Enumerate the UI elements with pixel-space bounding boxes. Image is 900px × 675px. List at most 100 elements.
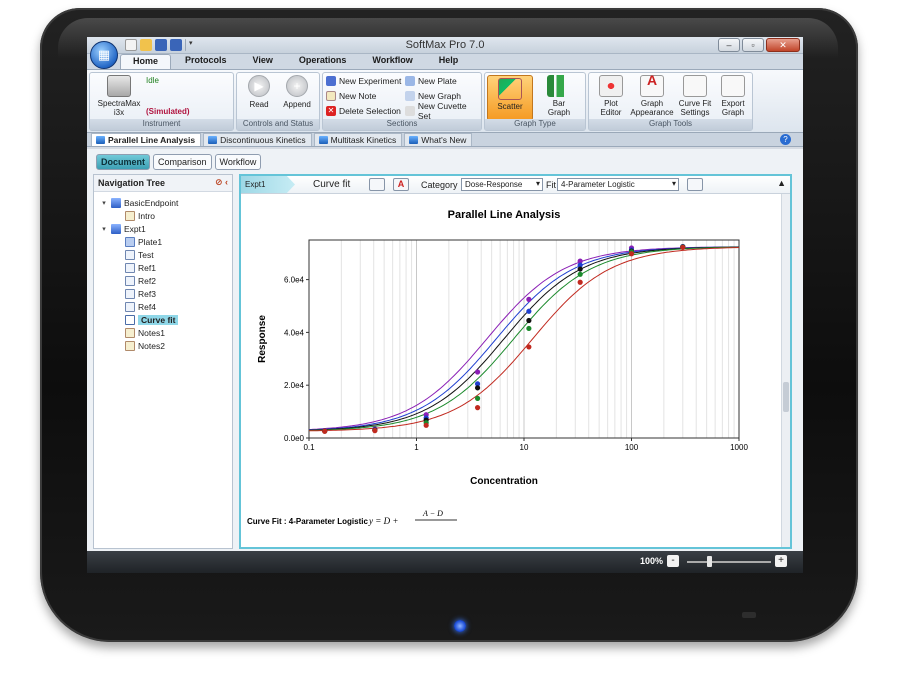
table-icon — [125, 301, 135, 312]
ribbon-tab-strip: Home Protocols View Operations Workflow … — [87, 54, 803, 69]
mode-tab-workflow[interactable]: Workflow — [214, 154, 262, 170]
tree-item[interactable]: ▾ Expt1 — [94, 222, 232, 235]
scrollbar-thumb[interactable] — [783, 382, 789, 412]
x-tick-label: 1 — [414, 443, 419, 452]
graph-appearance-label-1: Graph — [640, 99, 664, 108]
play-icon: ▶ — [248, 75, 270, 97]
nav-tree-tools-icon[interactable]: ⊘ ‹ — [215, 177, 228, 188]
tree-item[interactable]: Intro — [94, 209, 232, 222]
scatter-label: Scatter — [497, 102, 523, 111]
category-label: Category — [421, 180, 458, 190]
workspace: Document Comparison Workflow Navigation … — [87, 149, 803, 551]
zoom-level: 100% — [639, 556, 663, 566]
graph-icon — [405, 91, 415, 101]
tab-protocols[interactable]: Protocols — [173, 54, 239, 69]
tree-item[interactable]: ▾ BasicEndpoint — [94, 196, 232, 209]
doc-tab-discontinuous-kinetics[interactable]: Discontinuous Kinetics — [203, 133, 312, 146]
fit-select[interactable]: 4-Parameter Logistic — [557, 178, 679, 191]
mode-tabs: Document Comparison Workflow — [96, 154, 262, 170]
graph-appearance-icon[interactable]: A — [393, 178, 409, 191]
y-tick-label: 6.0e4 — [284, 276, 305, 285]
data-point — [526, 308, 532, 314]
flask-icon — [111, 223, 121, 234]
append-button[interactable]: + Append — [275, 75, 319, 109]
tab-view[interactable]: View — [241, 54, 285, 69]
tree-expander-icon[interactable]: ▾ — [100, 225, 108, 233]
new-plate-button[interactable]: New Plate — [405, 74, 457, 88]
mode-tab-document[interactable]: Document — [96, 154, 151, 170]
instrument-button[interactable]: SpectraMax i3x — [94, 75, 144, 117]
tree-item-label: Curve fit — [138, 314, 179, 325]
app-menu-orb-icon[interactable]: ▦ — [90, 41, 118, 69]
tab-operations[interactable]: Operations — [287, 54, 359, 69]
graph-appearance-button[interactable]: A Graph Appearance — [629, 73, 675, 117]
bar-graph-icon — [547, 75, 571, 97]
new-note-button[interactable]: New Note — [326, 89, 376, 103]
tree-item-label: Plate1 — [138, 236, 163, 247]
new-cuvette-set-button[interactable]: New Cuvette Set — [405, 101, 481, 121]
doc-tab-parallel-line-analysis[interactable]: Parallel Line Analysis — [91, 133, 202, 146]
data-point — [577, 279, 583, 285]
tree-item[interactable]: Test — [94, 248, 232, 261]
group-label: Sections — [323, 119, 481, 130]
monitor-side-button[interactable] — [742, 612, 756, 618]
export-graph-button[interactable]: Export Graph — [711, 75, 755, 117]
maximize-icon[interactable]: ▫ — [742, 38, 764, 52]
tree-item[interactable]: Plate1 — [94, 235, 232, 248]
tree-expander-icon[interactable]: ▾ — [100, 199, 108, 207]
tree-item[interactable]: Ref3 — [94, 287, 232, 300]
power-led-icon[interactable] — [454, 620, 466, 632]
help-icon[interactable]: ? — [780, 134, 791, 145]
tree-item[interactable]: Notes1 — [94, 326, 232, 339]
vertical-scrollbar[interactable] — [781, 194, 790, 547]
category-select[interactable]: Dose-Response — [461, 178, 543, 191]
table-icon — [125, 275, 135, 286]
tree-item[interactable]: Ref4 — [94, 300, 232, 313]
tree-item-label: BasicEndpoint — [124, 197, 179, 208]
close-icon[interactable]: ✕ — [766, 38, 800, 52]
mode-tab-comparison[interactable]: Comparison — [153, 154, 212, 170]
formula-start: y = D + — [368, 516, 398, 526]
tab-workflow[interactable]: Workflow — [360, 54, 424, 69]
tree-item[interactable]: Curve fit — [94, 313, 232, 326]
x-tick-label: 100 — [625, 443, 639, 452]
app-window: ▦ ▾ SoftMax Pro 7.0 – ▫ ✕ Home Protocols… — [87, 37, 803, 573]
zoom-out-button[interactable]: - — [667, 555, 679, 567]
doc-tab-multitask-kinetics[interactable]: Multitask Kinetics — [313, 133, 403, 146]
tree-item-label: Ref1 — [138, 262, 156, 273]
data-point — [474, 369, 481, 375]
scatter-button[interactable]: Scatter — [487, 75, 533, 121]
data-point — [322, 428, 328, 434]
data-point — [680, 244, 686, 250]
doc-tab-whats-new[interactable]: What's New — [404, 133, 473, 146]
group-instrument: SpectraMax i3x Idle (Simulated) Instrume… — [89, 72, 234, 131]
plot-editor-label-1: Plot — [604, 99, 618, 108]
tree-item[interactable]: Notes2 — [94, 339, 232, 352]
tree-item[interactable]: Ref1 — [94, 261, 232, 274]
plot-editor-button[interactable]: Plot Editor — [589, 75, 633, 117]
graph-appearance-icon: A — [640, 73, 664, 97]
zoom-in-button[interactable]: + — [775, 555, 787, 567]
new-experiment-button[interactable]: New Experiment — [326, 74, 401, 88]
bar-graph-button[interactable]: Bar Graph — [537, 75, 581, 117]
zoom-slider-thumb[interactable] — [707, 556, 712, 567]
collapse-icon[interactable]: ▲ — [777, 178, 786, 188]
tab-help[interactable]: Help — [427, 54, 471, 69]
data-point — [577, 271, 583, 277]
delete-selection-button[interactable]: ✕ Delete Selection — [326, 104, 401, 118]
parallel-line-chart[interactable]: Parallel Line Analysis Concentration Respo… — [241, 194, 751, 527]
x-tick-label: 10 — [520, 443, 529, 452]
experiment-tag[interactable]: Expt1 — [241, 176, 295, 193]
new-graph-label: New Graph — [418, 91, 461, 101]
graph-settings-icon[interactable] — [369, 178, 385, 191]
plot-editor-label-2: Editor — [600, 108, 622, 117]
group-label: Instrument — [90, 119, 233, 130]
tree-item[interactable]: Ref2 — [94, 274, 232, 287]
minimize-icon[interactable]: – — [718, 38, 740, 52]
group-sections: New Experiment New Note ✕ Delete Selectio… — [322, 72, 482, 131]
tab-home[interactable]: Home — [120, 54, 172, 69]
curve-fit-icon — [683, 75, 707, 97]
data-point — [423, 422, 429, 428]
zoom-slider[interactable] — [687, 556, 771, 567]
curve-fit-settings-icon[interactable] — [687, 178, 703, 191]
